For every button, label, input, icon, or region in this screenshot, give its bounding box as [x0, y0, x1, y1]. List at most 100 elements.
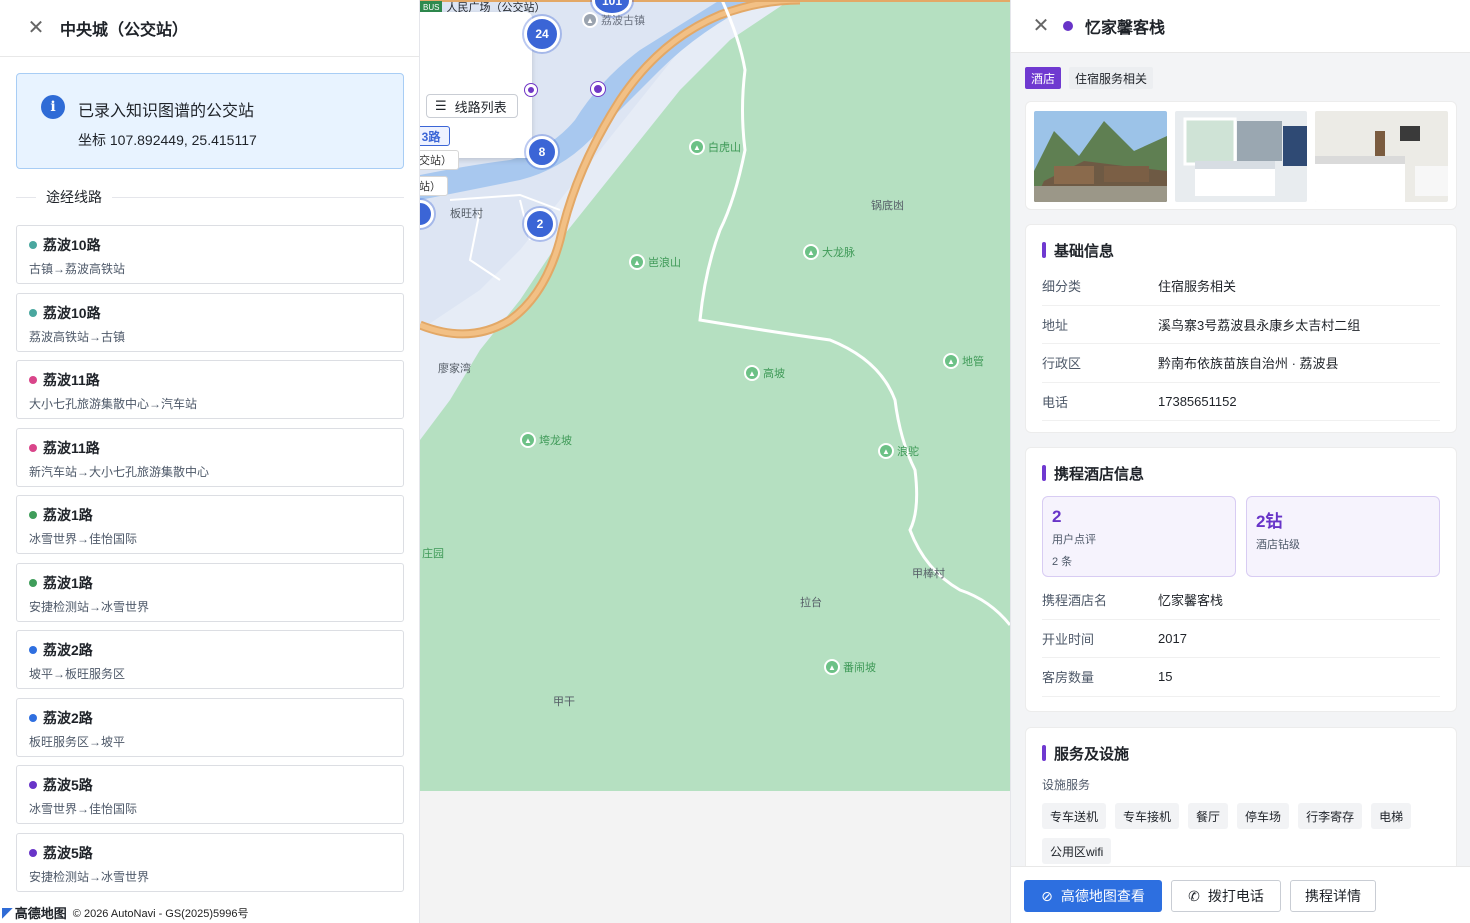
- mountain-icon: ▲: [803, 244, 819, 260]
- map-cluster-marker[interactable]: 8: [526, 136, 558, 168]
- service-chip: 餐厅: [1188, 803, 1229, 829]
- route-name: 荔波2路: [43, 709, 93, 726]
- route-direction: 冰雪世界→佳怡国际: [29, 802, 138, 816]
- info-value: 黔南布依族苗族自治州 · 荔波县: [1158, 356, 1339, 372]
- compass-icon: ⊘: [1041, 887, 1053, 904]
- info-icon: i: [41, 95, 65, 119]
- poi-detail-header: ✕ 忆家馨客栈: [1011, 0, 1470, 53]
- map-place-label: 甲棒村: [912, 568, 945, 580]
- title-accent-bar: [1042, 745, 1046, 761]
- route-color-dot: [29, 848, 37, 857]
- route-name-row: 荔波2路: [29, 708, 391, 728]
- services-card: 服务及设施 设施服务 专车送机 专车接机 餐厅 停车场 行李寄存 电梯 公用区wifi: [1025, 727, 1457, 872]
- route-direction: 板旺服务区→坡平: [29, 734, 126, 749]
- copyright-text: © 2026 AutoNavi - GS(2025)5996号: [72, 907, 249, 920]
- services-subtitle: 设施服务: [1042, 778, 1091, 792]
- route-color-dot: [29, 241, 37, 249]
- star-rating: 2钻: [1256, 512, 1283, 531]
- close-icon[interactable]: ✕: [1031, 16, 1051, 36]
- route-list-item[interactable]: 荔波5路 安捷检测站→冰雪世界: [16, 832, 404, 892]
- route-list-item[interactable]: 荔波1路 安捷检测站→冰雪世界: [16, 562, 404, 622]
- route-color-dot: [29, 511, 37, 519]
- route-name: 荔波10路: [43, 304, 101, 321]
- star-stat: 2钻 酒店钻级: [1246, 496, 1440, 577]
- route-list-item[interactable]: 荔波2路 坡平→板旺服务区: [16, 630, 404, 689]
- photo-thumbnail[interactable]: [1174, 111, 1308, 202]
- service-chip: 行李寄存: [1298, 803, 1363, 829]
- map-poi[interactable]: ▲ 番闹坡: [824, 659, 876, 675]
- map-poi[interactable]: ▲ 浪驼: [878, 443, 919, 459]
- route-list-button[interactable]: ☰ 线路列表: [426, 94, 518, 118]
- ctrip-detail-button[interactable]: 携程详情: [1290, 880, 1376, 912]
- route-color-dot: [29, 443, 37, 452]
- info-key: 开业时间: [1042, 631, 1095, 647]
- route-direction: 荔波高铁站→古镇: [29, 329, 126, 344]
- info-value: 15: [1158, 669, 1173, 685]
- route-name-row: 荔波11路: [29, 438, 391, 458]
- amap-view-button-label: 高德地图查看: [1060, 888, 1145, 904]
- info-key: 电话: [1042, 395, 1069, 411]
- map-cluster-marker[interactable]: 2: [524, 208, 556, 240]
- call-button[interactable]: ✆ 拨打电话: [1171, 880, 1281, 912]
- map-poi[interactable]: ▲ 大龙脉: [803, 244, 855, 260]
- route-name: 荔波11路: [43, 439, 100, 456]
- selected-stop-marker[interactable]: [591, 82, 605, 96]
- route-list-item[interactable]: 荔波10路荔波高铁站→古镇: [16, 292, 404, 352]
- subcategory-tag: 住宿服务相关: [1069, 67, 1154, 89]
- map-poi[interactable]: ▲ 白虎山: [689, 139, 741, 155]
- service-chip: 公用区wifi: [1042, 838, 1112, 864]
- poi-icon: ▲: [582, 12, 598, 28]
- route-color-dot: [29, 376, 37, 384]
- map-poi[interactable]: ▲ 荔波古镇: [582, 12, 645, 28]
- route-name-row: 荔波1路: [29, 505, 391, 525]
- route-name-row: 荔波10路: [29, 235, 391, 255]
- close-icon[interactable]: ✕: [26, 18, 46, 38]
- map-cluster-marker[interactable]: 24: [524, 16, 560, 52]
- info-key: 客房数量: [1042, 670, 1095, 686]
- mountain-icon: ▲: [744, 365, 760, 381]
- map-poi[interactable]: ▲ 地管: [943, 353, 984, 369]
- photo-thumbnail[interactable]: [1034, 111, 1167, 202]
- station-title: 中央城（公交站）: [60, 22, 189, 39]
- mountain-icon: ▲: [520, 432, 536, 448]
- service-chip: 停车场: [1237, 803, 1290, 829]
- info-row: 电话 17385651152: [1042, 383, 1440, 422]
- info-row: 地址 溪鸟寨3号荔波县永康乡太吉村二组: [1042, 306, 1440, 345]
- photo-thumbnail[interactable]: [1315, 111, 1449, 202]
- route-name: 荔波2路: [43, 642, 93, 658]
- mountain-icon: ▲: [878, 443, 894, 459]
- route-name: 荔波10路: [43, 237, 101, 253]
- route-list-item[interactable]: 荔波1路 冰雪世界→佳怡国际: [16, 495, 404, 554]
- review-label: 用户点评: [1052, 534, 1096, 546]
- review-sub: 2 条: [1052, 556, 1073, 568]
- map-poi[interactable]: ▲ 岜浪山: [629, 254, 681, 270]
- map-place-label: 锅底凼: [871, 200, 904, 212]
- station-panel: ✕ 中央城（公交站） i 已录入知识图谱的公交站 坐标 107.892449, …: [0, 0, 420, 923]
- info-row: 携程酒店名 忆家馨客栈: [1042, 581, 1440, 620]
- map-place-label: 庄园: [422, 548, 444, 560]
- route-list: 荔波10路 古镇→荔波高铁站 荔波10路 荔波高铁站→古镇 荔波11路 大小七孔旅游集散中…: [16, 225, 404, 900]
- map-poi[interactable]: ▲ 高坡: [744, 365, 785, 381]
- basic-info-rows: 细分类 住宿服务相关 地址 溪鸟寨3号荔波县永康乡太吉村二组 行政区 黔南布依族苗族自治州…: [1042, 267, 1440, 422]
- review-count: 2: [1052, 507, 1062, 526]
- route-direction: 古镇→荔波高铁站: [29, 262, 126, 276]
- mountain-icon: ▲: [943, 353, 959, 369]
- list-icon: ☰: [435, 98, 447, 113]
- route-list-item[interactable]: 荔波11路 大小七孔旅游集散中心→汽车站: [16, 360, 404, 419]
- amap-logo-icon: ◤: [2, 904, 13, 920]
- map-place-label: 拉台: [800, 597, 822, 609]
- mountain-icon: ▲: [629, 254, 645, 270]
- poi-title: 忆家馨客栈: [1085, 20, 1166, 37]
- map-poi[interactable]: ▲ 垮龙坡: [520, 432, 572, 448]
- station-info-alert: i 已录入知识图谱的公交站 坐标 107.892449, 25.415117: [16, 73, 404, 169]
- amap-view-button[interactable]: ⊘ 高德地图查看: [1024, 880, 1162, 912]
- route-color-dot: [29, 781, 37, 789]
- service-chip: 专车接机: [1115, 803, 1180, 829]
- star-label: 酒店钻级: [1256, 539, 1300, 551]
- stop-marker[interactable]: [525, 84, 537, 96]
- map-empty-area: [420, 791, 1010, 923]
- route-list-item[interactable]: 荔波2路板旺服务区→坡平: [16, 697, 404, 757]
- route-list-item[interactable]: 荔波10路古镇→荔波高铁站: [16, 225, 404, 284]
- route-list-item[interactable]: 荔波5路 冰雪世界→佳怡国际: [16, 765, 404, 824]
- route-list-item[interactable]: 荔波11路 新汽车站→大小七孔旅游集散中心: [16, 427, 404, 487]
